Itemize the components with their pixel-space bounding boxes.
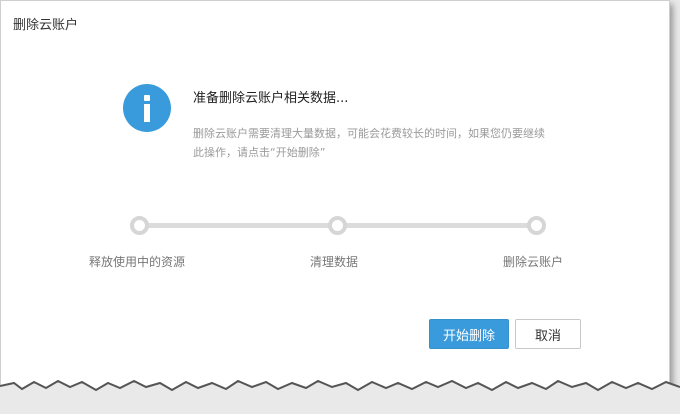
- step-node-delete-account: [527, 216, 546, 235]
- delete-cloud-account-dialog: 删除云账户 准备删除云账户相关数据... 删除云账户需要清理大量数据，可能会花费…: [0, 0, 670, 392]
- dialog-heading: 准备删除云账户相关数据...: [193, 91, 349, 106]
- info-icon-bar: [144, 104, 150, 122]
- info-icon-dot: [144, 95, 150, 101]
- start-delete-button[interactable]: 开始删除: [429, 319, 509, 349]
- dialog-description: 删除云账户需要清理大量数据，可能会花费较长的时间，如果您仍要继续此操作，请点击“…: [193, 127, 545, 159]
- cancel-button[interactable]: 取消: [515, 319, 581, 349]
- torn-edge-decoration: [0, 379, 680, 414]
- step-node-release-resources: [130, 216, 149, 235]
- step-label-clean-data: 清理数据: [310, 255, 359, 269]
- step-label-release-resources: 释放使用中的资源: [89, 255, 186, 269]
- step-label-delete-account: 删除云账户: [503, 255, 564, 269]
- info-icon: [123, 84, 171, 132]
- dialog-title: 删除云账户: [13, 18, 79, 33]
- step-node-clean-data: [328, 216, 347, 235]
